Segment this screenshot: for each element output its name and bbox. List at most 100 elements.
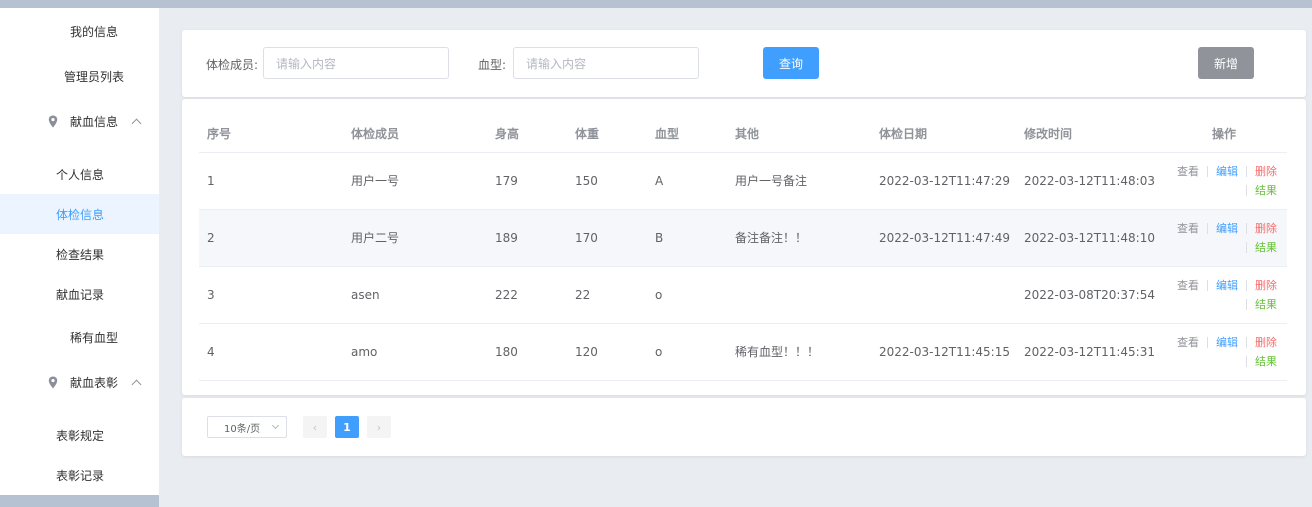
view-link[interactable]: 查看 bbox=[1177, 219, 1199, 238]
cell-member: 用户二号 bbox=[343, 209, 487, 267]
cell-blood-type: B bbox=[647, 209, 727, 267]
chevron-up-icon bbox=[131, 118, 142, 129]
page-size-value: 10条/页 bbox=[224, 423, 261, 435]
sidebar-item-my-info[interactable]: 我的信息 bbox=[0, 11, 159, 51]
next-page-button[interactable]: › bbox=[367, 416, 391, 438]
cell-height: 189 bbox=[487, 209, 567, 267]
cell-weight: 120 bbox=[567, 323, 647, 381]
grid-icon bbox=[48, 26, 59, 37]
sidebar-subitem-check-results[interactable]: 检查结果 bbox=[0, 234, 159, 274]
delete-link[interactable]: 删除 bbox=[1255, 219, 1277, 238]
sidebar-item-donation-info[interactable]: 献血信息 bbox=[0, 101, 159, 141]
sidebar-subitem-checkup-info[interactable]: 体检信息 bbox=[0, 194, 159, 234]
sidebar-item-label: 献血表彰 bbox=[70, 375, 119, 390]
cell-check-date: 2022-03-12T11:45:15 bbox=[871, 323, 1016, 381]
sidebar-item-label: 管理员列表 bbox=[64, 69, 125, 84]
sidebar-item-label: 我的信息 bbox=[70, 24, 119, 39]
cell-other bbox=[727, 266, 871, 324]
divider bbox=[1246, 356, 1247, 367]
divider bbox=[1207, 337, 1208, 348]
column-header-blood-type: 血型 bbox=[647, 116, 727, 153]
sidebar-item-label: 稀有血型 bbox=[70, 330, 119, 345]
table-header-row: 序号 体检成员 身高 体重 血型 其他 体检日期 修改时间 操作 bbox=[199, 116, 1287, 153]
result-link[interactable]: 结果 bbox=[1255, 238, 1277, 257]
result-link[interactable]: 结果 bbox=[1255, 352, 1277, 371]
sidebar: 我的信息 管理员列表 献血信息 个人信息 体检信息 检查结果 献血记录 稀有血型… bbox=[0, 8, 159, 495]
cell-member: amo bbox=[343, 323, 487, 381]
cell-weight: 150 bbox=[567, 152, 647, 210]
sidebar-subitem-award-rules[interactable]: 表彰规定 bbox=[0, 415, 159, 455]
edit-link[interactable]: 编辑 bbox=[1216, 162, 1238, 181]
delete-link[interactable]: 删除 bbox=[1255, 333, 1277, 352]
divider bbox=[1246, 223, 1247, 234]
grid-icon bbox=[48, 332, 59, 343]
view-link[interactable]: 查看 bbox=[1177, 162, 1199, 181]
sidebar-item-donation-awards[interactable]: 献血表彰 bbox=[0, 362, 159, 402]
cell-actions: 查看 编辑 删除 结果 bbox=[1161, 323, 1287, 381]
sidebar-item-label: 献血信息 bbox=[70, 114, 119, 129]
table-row: 2 用户二号 189 170 B 备注备注！！ 2022-03-12T11:47… bbox=[199, 209, 1287, 267]
column-header-index: 序号 bbox=[199, 116, 343, 153]
divider bbox=[1207, 223, 1208, 234]
add-button[interactable]: 新增 bbox=[1198, 47, 1254, 79]
table-row: 3 asen 222 22 o 2022-03-08T20:37:54 查看 编辑… bbox=[199, 266, 1287, 324]
cell-check-date: 2022-03-12T11:47:29 bbox=[871, 152, 1016, 210]
divider bbox=[1246, 166, 1247, 177]
page-number-current[interactable]: 1 bbox=[335, 416, 359, 438]
cell-actions: 查看 编辑 删除 结果 bbox=[1161, 209, 1287, 267]
cell-member: asen bbox=[343, 266, 487, 324]
cell-modified-time: 2022-03-12T11:48:03 bbox=[1016, 152, 1161, 210]
member-search-input[interactable]: 请输入内容 bbox=[263, 47, 449, 79]
location-pin-icon bbox=[48, 115, 58, 127]
table-row: 1 用户一号 179 150 A 用户一号备注 2022-03-12T11:47… bbox=[199, 152, 1287, 210]
cell-check-date: 2022-03-12T11:47:49 bbox=[871, 209, 1016, 267]
cell-modified-time: 2022-03-12T11:45:31 bbox=[1016, 323, 1161, 381]
column-header-weight: 体重 bbox=[567, 116, 647, 153]
blood-type-search-input[interactable]: 请输入内容 bbox=[513, 47, 699, 79]
prev-page-button[interactable]: ‹ bbox=[303, 416, 327, 438]
delete-link[interactable]: 删除 bbox=[1255, 276, 1277, 295]
cell-blood-type: o bbox=[647, 266, 727, 324]
cell-other: 用户一号备注 bbox=[727, 152, 871, 210]
result-link[interactable]: 结果 bbox=[1255, 295, 1277, 314]
cell-blood-type: o bbox=[647, 323, 727, 381]
query-button[interactable]: 查询 bbox=[763, 47, 819, 79]
cell-member: 用户一号 bbox=[343, 152, 487, 210]
checkup-table: 序号 体检成员 身高 体重 血型 其他 体检日期 修改时间 操作 1 用户一号 … bbox=[199, 116, 1287, 381]
divider bbox=[1246, 337, 1247, 348]
cell-other: 稀有血型！！！ bbox=[727, 323, 871, 381]
view-link[interactable]: 查看 bbox=[1177, 276, 1199, 295]
pagination-panel: 10条/页 ‹ 1 › bbox=[182, 398, 1306, 456]
divider bbox=[1246, 280, 1247, 291]
member-label: 体检成员: bbox=[206, 58, 259, 72]
divider bbox=[1246, 242, 1247, 253]
column-header-actions: 操作 bbox=[1161, 116, 1287, 153]
edit-link[interactable]: 编辑 bbox=[1216, 219, 1238, 238]
cell-actions: 查看 编辑 删除 结果 bbox=[1161, 266, 1287, 324]
table-row: 4 amo 180 120 o 稀有血型！！！ 2022-03-12T11:45… bbox=[199, 323, 1287, 381]
cell-blood-type: A bbox=[647, 152, 727, 210]
location-pin-icon bbox=[48, 376, 58, 388]
sidebar-subitem-award-records[interactable]: 表彰记录 bbox=[0, 455, 159, 495]
cell-other: 备注备注！！ bbox=[727, 209, 871, 267]
cell-weight: 22 bbox=[567, 266, 647, 324]
view-link[interactable]: 查看 bbox=[1177, 333, 1199, 352]
cell-height: 222 bbox=[487, 266, 567, 324]
cell-index: 3 bbox=[199, 266, 343, 324]
sidebar-item-admin-list[interactable]: 管理员列表 bbox=[0, 56, 159, 96]
edit-link[interactable]: 编辑 bbox=[1216, 276, 1238, 295]
cell-actions: 查看 编辑 删除 结果 bbox=[1161, 152, 1287, 210]
search-panel: 体检成员: 请输入内容 血型: 请输入内容 查询 新增 bbox=[182, 30, 1306, 97]
delete-link[interactable]: 删除 bbox=[1255, 162, 1277, 181]
data-table-panel: 序号 体检成员 身高 体重 血型 其他 体检日期 修改时间 操作 1 用户一号 … bbox=[182, 99, 1306, 395]
result-link[interactable]: 结果 bbox=[1255, 181, 1277, 200]
cell-modified-time: 2022-03-08T20:37:54 bbox=[1016, 266, 1161, 324]
edit-link[interactable]: 编辑 bbox=[1216, 333, 1238, 352]
divider bbox=[1246, 185, 1247, 196]
sidebar-subitem-personal-info[interactable]: 个人信息 bbox=[0, 154, 159, 194]
divider bbox=[1207, 280, 1208, 291]
cell-height: 180 bbox=[487, 323, 567, 381]
page-size-select[interactable]: 10条/页 bbox=[207, 416, 287, 438]
sidebar-subitem-donation-records[interactable]: 献血记录 bbox=[0, 274, 159, 314]
sidebar-item-rare-blood[interactable]: 稀有血型 bbox=[0, 317, 159, 357]
